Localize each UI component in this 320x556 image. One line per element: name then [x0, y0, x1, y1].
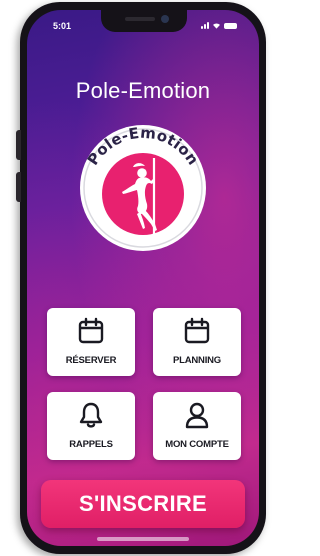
- status-time: 5:01: [53, 21, 72, 31]
- notch: [101, 10, 187, 32]
- signal-icon: [201, 22, 209, 29]
- app-screen: 5:01 Pole-Emotion Pole-Emotion RÉSERVER …: [27, 10, 259, 546]
- bell-icon: [79, 402, 103, 428]
- status-icons: [201, 22, 237, 29]
- speaker-grille: [125, 17, 155, 21]
- reminders-label: RAPPELS: [69, 439, 113, 450]
- phone-frame: 5:01 Pole-Emotion Pole-Emotion RÉSERVER …: [20, 2, 266, 554]
- front-camera: [161, 15, 169, 23]
- calendar-icon: [184, 317, 210, 344]
- user-icon: [185, 402, 209, 429]
- signup-button[interactable]: S'INSCRIRE: [41, 480, 245, 528]
- my-account-button[interactable]: MON COMPTE: [153, 392, 241, 460]
- planning-label: PLANNING: [172, 355, 221, 366]
- reminders-button[interactable]: RAPPELS: [47, 392, 135, 460]
- battery-icon: [224, 22, 237, 29]
- app-title: Pole-Emotion: [75, 78, 211, 103]
- home-indicator: [97, 537, 189, 541]
- side-button: [16, 130, 21, 160]
- pole-emotion-logo: Pole-Emotion: [80, 124, 206, 251]
- planning-button[interactable]: PLANNING: [153, 308, 241, 376]
- wifi-icon: [213, 23, 220, 29]
- reserve-button[interactable]: RÉSERVER: [47, 308, 135, 376]
- my-account-label: MON COMPTE: [165, 439, 229, 450]
- side-button: [16, 172, 21, 202]
- calendar-icon: [78, 317, 104, 344]
- reserve-label: RÉSERVER: [65, 355, 117, 366]
